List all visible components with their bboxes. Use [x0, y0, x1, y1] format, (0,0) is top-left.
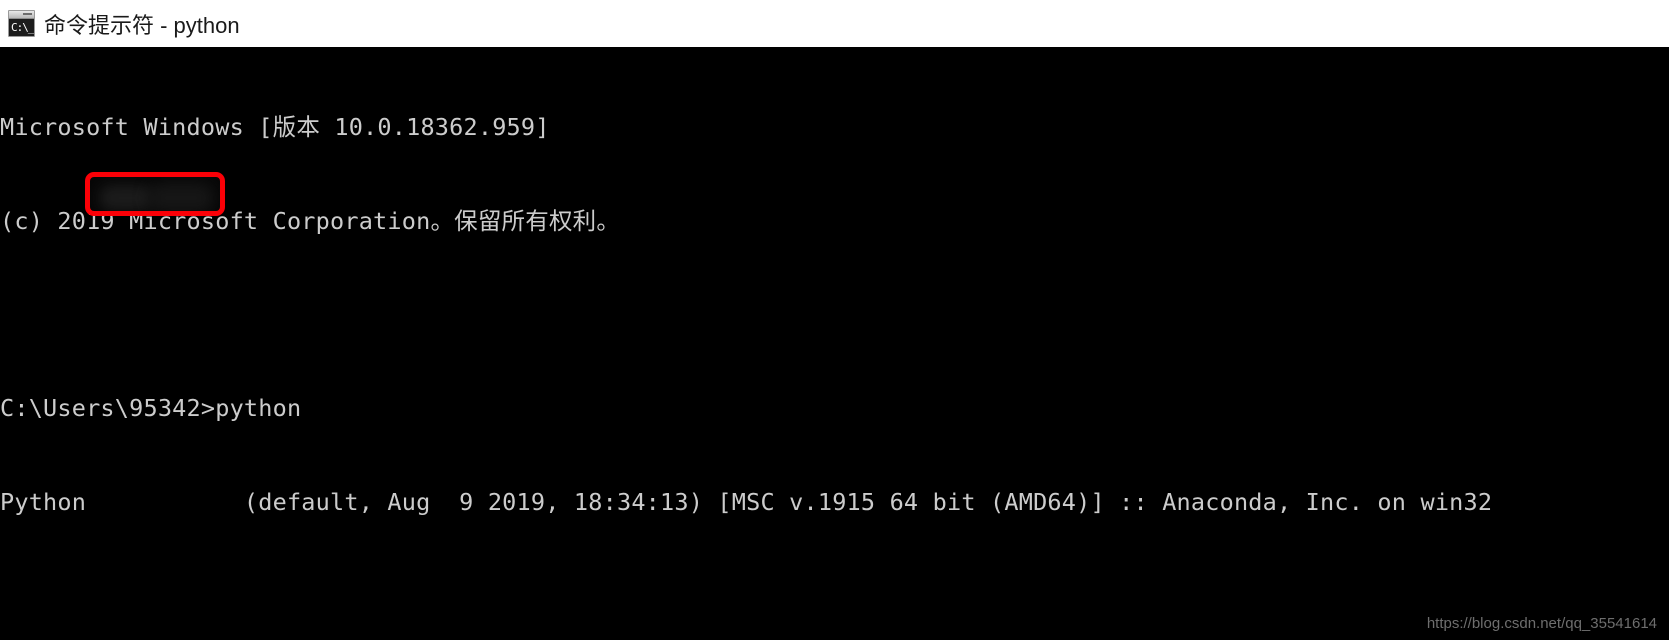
icon-title-strip [9, 11, 34, 19]
console-line-python-banner: Python (default, Aug 9 2019, 18:34:13) [… [0, 487, 1493, 516]
window-title: 命令提示符 - python [44, 12, 240, 38]
window-title-bar[interactable]: C:\_ 命令提示符 - python [0, 0, 1669, 47]
watermark-text: https://blog.csdn.net/qq_35541614 [1426, 615, 1657, 632]
command-prompt-window: C:\_ 命令提示符 - python Microsoft Windows [版… [0, 0, 1669, 640]
console-line-command: C:\Users\95342>python [0, 394, 302, 423]
command-prompt-icon: C:\_ [8, 10, 35, 37]
console-text-buffer: Microsoft Windows [版本 10.0.18362.959] (c… [0, 50, 1492, 640]
blur-smudge [148, 183, 214, 211]
redaction-rectangle-annotation [85, 172, 225, 216]
console-output-area[interactable]: Microsoft Windows [版本 10.0.18362.959] (c… [0, 47, 1669, 640]
console-line: Microsoft Windows [版本 10.0.18362.959] [0, 113, 550, 142]
blur-smudge [99, 185, 154, 211]
icon-prompt-glyph: C:\_ [11, 21, 34, 34]
